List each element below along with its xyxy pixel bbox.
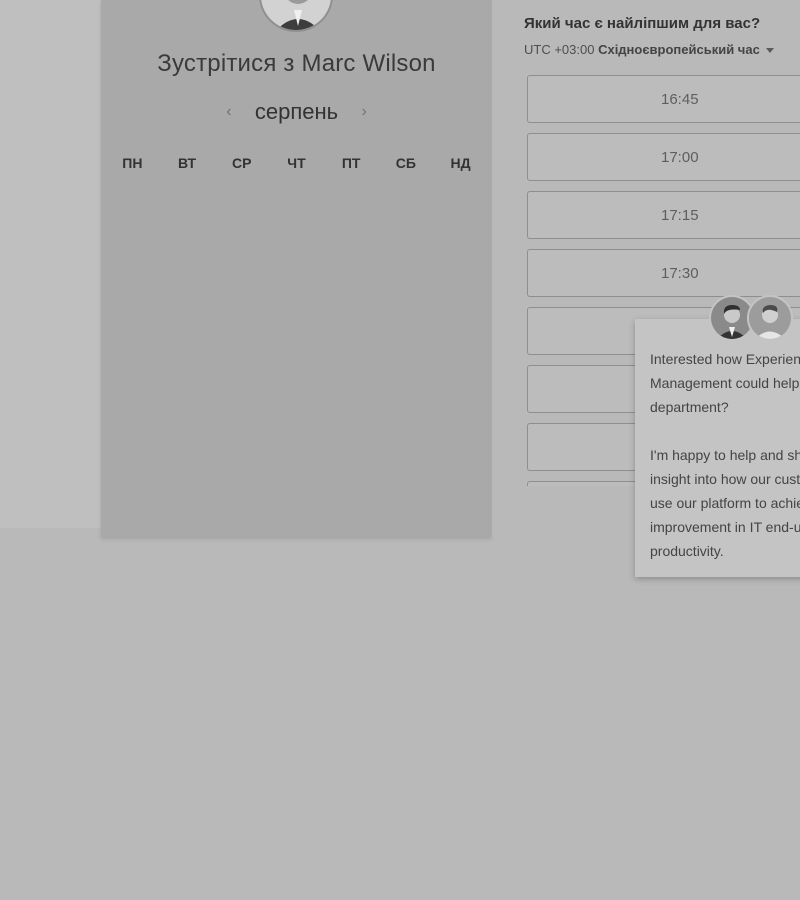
chevron-left-icon[interactable]: ‹ [217, 103, 241, 121]
month-navigation: ‹ серпень › [101, 97, 492, 127]
weekday-sun: НД [450, 155, 471, 171]
timezone-name: Східноєвропейський час [598, 42, 760, 57]
chat-popup[interactable]: Interested how Experience Management cou… [635, 319, 800, 577]
agent-avatar-image [749, 297, 791, 339]
caret-down-icon [765, 48, 774, 54]
month-label: серпень [254, 99, 339, 124]
weekday-sat: СБ [395, 155, 416, 171]
time-slot-button[interactable]: 17:15 [527, 191, 800, 239]
weekday-tue: ВТ [177, 155, 197, 171]
time-slot-button[interactable]: 16:45 [527, 75, 800, 123]
weekday-thu: ЧТ [287, 155, 306, 171]
timezone-dropdown[interactable]: UTC +03:00 Східноєвропейський час [524, 42, 774, 57]
timezone-offset: UTC +03:00 [524, 42, 595, 57]
chat-message: Interested how Experience Management cou… [650, 351, 800, 559]
weekday-fri: ПТ [341, 155, 361, 171]
time-question-heading: Який час є найліпшим для вас? [524, 15, 761, 32]
weekday-wed: СР [232, 155, 252, 171]
meeting-title: Зустрітися з Marc Wilson [157, 50, 436, 77]
time-slot-button[interactable]: 17:30 [527, 249, 800, 297]
weekday-mon: ПН [122, 155, 143, 171]
calendar-panel [101, 0, 492, 537]
chevron-right-icon[interactable]: › [352, 103, 376, 121]
time-slot-button[interactable]: 17:00 [527, 133, 800, 181]
weekday-header: ПН ВТ СР ЧТ ПТ СБ НД [101, 155, 492, 177]
agent-avatar [747, 295, 793, 341]
